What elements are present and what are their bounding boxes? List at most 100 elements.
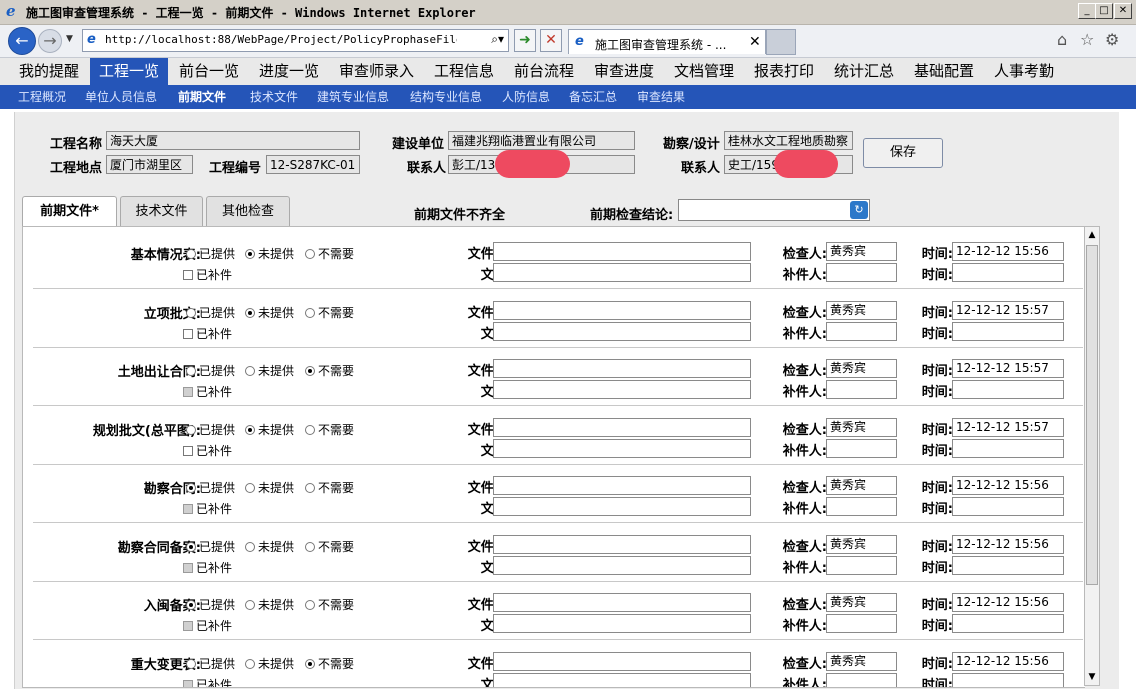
radio-dot[interactable]	[186, 483, 196, 493]
vertical-scrollbar[interactable]: ▲ ▼	[1084, 226, 1100, 686]
maximize-button[interactable]: □	[1095, 3, 1113, 19]
radio-option[interactable]: 不需要	[305, 304, 354, 321]
radio-dot[interactable]	[305, 483, 315, 493]
radio-option[interactable]: 未提供	[245, 421, 294, 438]
supplement-person-input[interactable]	[826, 263, 897, 282]
time-input[interactable]: 12-12-12 15:57	[952, 359, 1064, 378]
radio-option[interactable]: 不需要	[305, 655, 354, 672]
stop-button[interactable]: ✕	[540, 29, 562, 52]
file-name-input[interactable]	[493, 417, 751, 437]
settings-gear-icon[interactable]: ⚙	[1105, 30, 1119, 49]
tab-prophase-files[interactable]: 前期文件*	[22, 196, 117, 228]
tab-other-checks[interactable]: 其他检查	[206, 196, 290, 226]
time-input[interactable]: 12-12-12 15:56	[952, 651, 1064, 671]
submenu-item-1[interactable]: 单位人员信息	[85, 85, 157, 109]
scroll-down-icon[interactable]: ▼	[1085, 669, 1099, 685]
supplement-time-input[interactable]	[952, 555, 1064, 575]
submenu-item-4[interactable]: 建筑专业信息	[317, 85, 389, 109]
favorites-star-icon[interactable]: ☆	[1080, 30, 1094, 49]
supplement-time-input[interactable]	[952, 497, 1064, 516]
supplement-time-input[interactable]	[952, 614, 1064, 633]
doc-no-input[interactable]	[493, 380, 751, 399]
radio-dot[interactable]	[305, 307, 315, 318]
radio-option[interactable]: 未提供	[245, 538, 294, 555]
menu-item-2[interactable]: 前台一览	[170, 58, 248, 85]
radio-option[interactable]: 不需要	[305, 538, 354, 555]
submenu-item-7[interactable]: 备忘汇总	[569, 85, 617, 109]
radio-dot[interactable]	[245, 658, 255, 669]
radio-dot[interactable]	[305, 366, 315, 376]
checker-input[interactable]: 黄秀宾	[826, 417, 897, 437]
radio-option[interactable]: 未提供	[245, 596, 294, 613]
address-bar[interactable]: e http://localhost:88/WebPage/Project/Po…	[82, 29, 509, 52]
radio-option[interactable]: 已提供	[186, 304, 235, 321]
checker-input[interactable]: 黄秀宾	[826, 476, 897, 495]
radio-dot[interactable]	[186, 424, 196, 435]
submenu-item-2[interactable]: 前期文件	[178, 85, 226, 109]
forward-button[interactable]: →	[38, 29, 62, 53]
checkbox-box[interactable]	[183, 445, 193, 456]
checker-input[interactable]: 黄秀宾	[826, 300, 897, 320]
supplement-person-input[interactable]	[826, 672, 897, 687]
submenu-item-8[interactable]: 审查结果	[637, 85, 685, 109]
radio-dot[interactable]	[186, 541, 196, 552]
supplement-checkbox[interactable]: 已补件	[183, 266, 232, 283]
menu-item-0[interactable]: 我的提醒	[10, 58, 88, 85]
radio-dot[interactable]	[245, 249, 255, 259]
doc-no-input[interactable]	[493, 497, 751, 516]
checker-input[interactable]: 黄秀宾	[826, 651, 897, 671]
new-tab-button[interactable]	[766, 29, 796, 55]
scroll-up-icon[interactable]: ▲	[1085, 227, 1099, 243]
radio-dot[interactable]	[305, 541, 315, 552]
radio-dot[interactable]	[186, 249, 196, 259]
save-button[interactable]: 保存	[863, 138, 943, 168]
doc-no-input[interactable]	[493, 263, 751, 282]
close-window-button[interactable]: ✕	[1114, 3, 1132, 19]
radio-dot[interactable]	[245, 541, 255, 552]
checker-input[interactable]: 黄秀宾	[826, 242, 897, 261]
supplement-time-input[interactable]	[952, 263, 1064, 282]
radio-dot[interactable]	[245, 424, 255, 435]
radio-option[interactable]: 已提供	[186, 538, 235, 555]
checkbox-box[interactable]	[183, 328, 193, 339]
time-input[interactable]: 12-12-12 15:56	[952, 534, 1064, 554]
supplement-time-input[interactable]	[952, 321, 1064, 341]
doc-no-input[interactable]	[493, 438, 751, 458]
radio-dot[interactable]	[305, 249, 315, 259]
search-dropdown-icon[interactable]: ⌕▾	[491, 32, 504, 47]
scroll-thumb[interactable]	[1086, 245, 1098, 585]
history-dropdown-icon[interactable]: ▼	[66, 34, 73, 44]
radio-option[interactable]: 已提供	[186, 362, 235, 379]
time-input[interactable]: 12-12-12 15:56	[952, 242, 1064, 261]
radio-dot[interactable]	[245, 483, 255, 493]
radio-dot[interactable]	[245, 307, 255, 318]
minimize-button[interactable]: _	[1078, 3, 1096, 19]
radio-option[interactable]: 已提供	[186, 655, 235, 672]
supplement-person-input[interactable]	[826, 438, 897, 458]
time-input[interactable]: 12-12-12 15:56	[952, 476, 1064, 495]
supplement-person-input[interactable]	[826, 555, 897, 575]
radio-dot[interactable]	[186, 658, 196, 669]
radio-dot[interactable]	[245, 600, 255, 610]
menu-item-6[interactable]: 前台流程	[505, 58, 583, 85]
radio-option[interactable]: 未提供	[245, 655, 294, 672]
file-name-input[interactable]	[493, 300, 751, 320]
radio-option[interactable]: 不需要	[305, 362, 354, 379]
radio-option[interactable]: 不需要	[305, 596, 354, 613]
submenu-item-0[interactable]: 工程概况	[18, 85, 66, 109]
checker-input[interactable]: 黄秀宾	[826, 593, 897, 612]
menu-item-7[interactable]: 审查进度	[585, 58, 663, 85]
back-button[interactable]: ←	[8, 27, 36, 55]
supplement-person-input[interactable]	[826, 614, 897, 633]
supplement-time-input[interactable]	[952, 380, 1064, 399]
menu-item-4[interactable]: 审查师录入	[330, 58, 423, 85]
browser-tab[interactable]: e 施工图审查管理系统 - ... ✕	[568, 29, 766, 54]
file-name-input[interactable]	[493, 534, 751, 554]
menu-item-9[interactable]: 报表打印	[745, 58, 823, 85]
radio-option[interactable]: 已提供	[186, 245, 235, 262]
checkbox-box[interactable]	[183, 270, 193, 280]
supplement-person-input[interactable]	[826, 380, 897, 399]
time-input[interactable]: 12-12-12 15:57	[952, 300, 1064, 320]
file-name-input[interactable]	[493, 651, 751, 671]
radio-option[interactable]: 未提供	[245, 362, 294, 379]
